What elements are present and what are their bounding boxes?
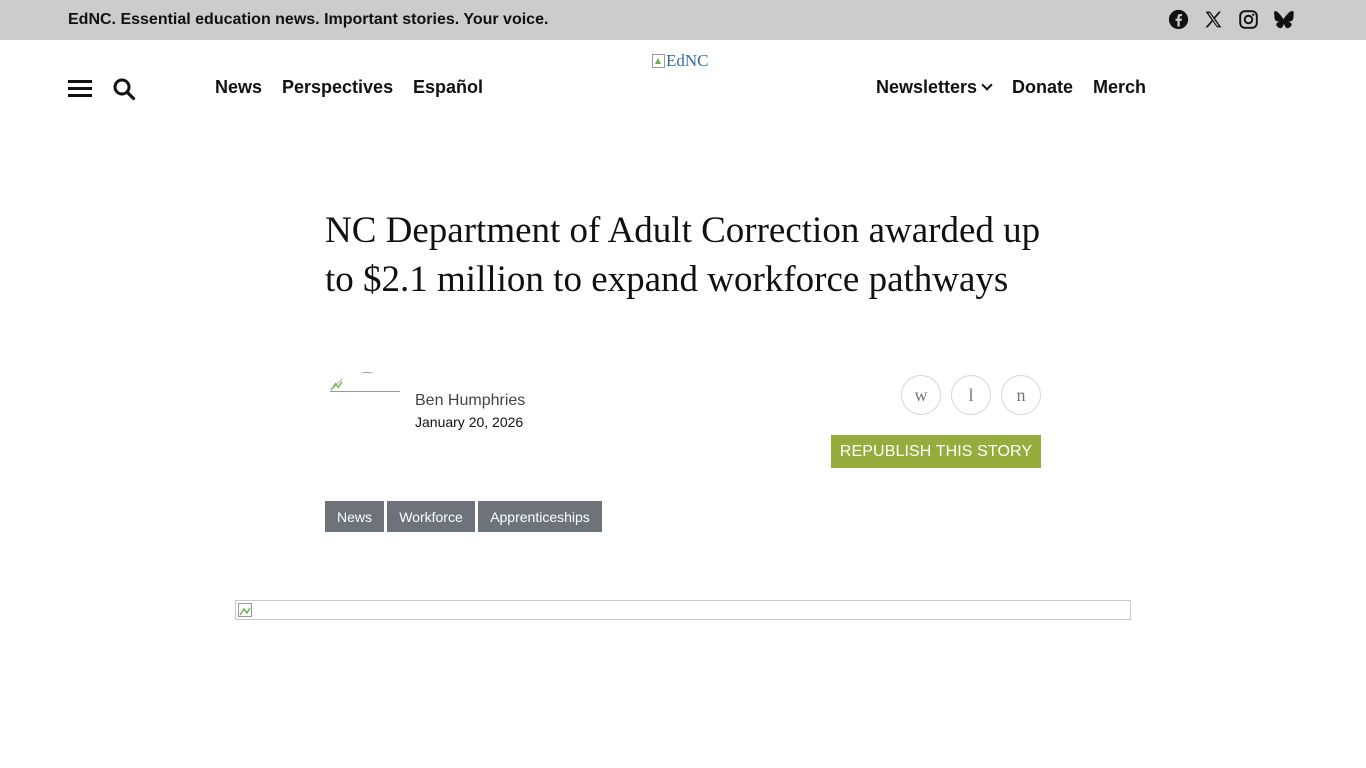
nav-perspectives[interactable]: Perspectives bbox=[282, 77, 393, 98]
tag-apprenticeships[interactable]: Apprenticeships bbox=[478, 501, 602, 532]
article-title: NC Department of Adult Correction awarde… bbox=[325, 210, 1041, 300]
nav-donate[interactable]: Donate bbox=[1012, 77, 1073, 98]
tag-news[interactable]: News bbox=[325, 501, 384, 532]
nav-espanol[interactable]: Español bbox=[413, 77, 483, 98]
bluesky-icon[interactable] bbox=[1272, 8, 1294, 30]
chevron-down-icon bbox=[981, 79, 993, 91]
featured-image bbox=[235, 600, 1131, 620]
tag-workforce[interactable]: Workforce bbox=[387, 501, 475, 532]
site-header: News Perspectives Español EdNC Newslette… bbox=[0, 40, 1366, 130]
broken-image-icon bbox=[330, 378, 343, 391]
instagram-icon[interactable] bbox=[1237, 8, 1259, 30]
top-bar: EdNC. Essential education news. Importan… bbox=[0, 0, 1366, 40]
facebook-icon[interactable] bbox=[1167, 8, 1189, 30]
x-icon[interactable] bbox=[1202, 8, 1224, 30]
logo-alt-text: EdNC bbox=[666, 51, 709, 70]
broken-image-icon bbox=[652, 54, 665, 68]
share-button-link[interactable]: l bbox=[951, 375, 991, 415]
nav-news[interactable]: News bbox=[215, 77, 262, 98]
nav-merch[interactable]: Merch bbox=[1093, 77, 1146, 98]
author-avatar[interactable] bbox=[330, 372, 400, 392]
nav-newsletters[interactable]: Newsletters bbox=[876, 77, 993, 98]
broken-image-icon bbox=[238, 603, 252, 617]
site-logo[interactable]: EdNC bbox=[652, 49, 709, 73]
nav-newsletters-label: Newsletters bbox=[876, 77, 978, 97]
share-button-whatsapp[interactable]: w bbox=[901, 375, 941, 415]
menu-icon[interactable] bbox=[68, 80, 92, 97]
site-tagline: EdNC. Essential education news. Importan… bbox=[68, 11, 549, 28]
search-icon[interactable] bbox=[112, 77, 136, 101]
republish-button[interactable]: REPUBLISH THIS STORY bbox=[831, 435, 1041, 468]
author-name[interactable]: Ben Humphries bbox=[415, 392, 525, 410]
publish-date: January 20, 2026 bbox=[415, 414, 524, 430]
share-button-linkedin[interactable]: n bbox=[1001, 375, 1041, 415]
